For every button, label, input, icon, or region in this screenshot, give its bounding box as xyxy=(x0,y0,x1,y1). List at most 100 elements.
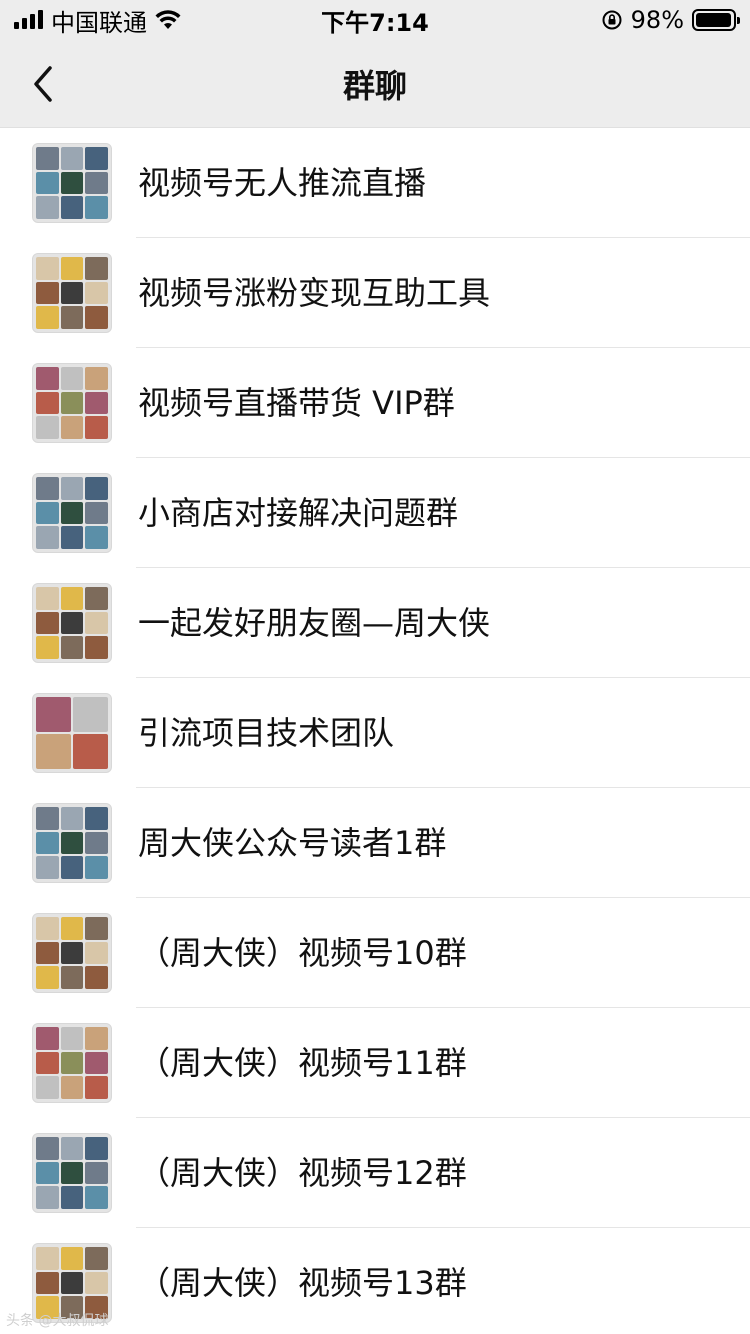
member-avatar-tile xyxy=(36,306,59,329)
member-avatar-tile xyxy=(36,1076,59,1099)
member-avatar-tile xyxy=(60,1247,84,1270)
group-name: （周大侠）视频号10群 xyxy=(138,934,467,972)
group-row[interactable]: 视频号无人推流直播 xyxy=(0,128,750,238)
member-avatar-tile xyxy=(60,306,84,329)
member-avatar-tile xyxy=(60,171,84,195)
member-avatar-tile xyxy=(85,1271,108,1295)
member-avatar-tile xyxy=(60,917,84,940)
member-avatar-tile xyxy=(60,257,84,280)
group-name: 引流项目技术团队 xyxy=(138,714,395,752)
member-avatar-tile xyxy=(60,1161,84,1185)
group-name: 视频号直播带货 VIP群 xyxy=(138,384,455,422)
member-avatar-tile xyxy=(85,611,108,635)
member-avatar-tile xyxy=(85,171,108,195)
member-avatar-tile xyxy=(36,1051,59,1075)
member-avatar-tile xyxy=(60,196,84,219)
group-avatar xyxy=(32,253,112,333)
member-avatar-tile xyxy=(36,391,59,415)
member-avatar-tile xyxy=(60,526,84,549)
member-avatar-tile xyxy=(85,1076,108,1099)
member-avatar-tile xyxy=(60,1137,84,1160)
member-avatar-tile xyxy=(60,941,84,965)
group-name: 视频号无人推流直播 xyxy=(138,164,427,202)
group-row[interactable]: 周大侠公众号读者1群 xyxy=(0,788,750,898)
member-avatar-tile xyxy=(73,697,108,732)
member-avatar-tile xyxy=(36,1186,59,1209)
group-name: （周大侠）视频号12群 xyxy=(138,1154,467,1192)
member-avatar-tile xyxy=(85,1027,108,1050)
group-row[interactable]: 视频号直播带货 VIP群 xyxy=(0,348,750,458)
member-avatar-tile xyxy=(85,147,108,170)
member-avatar-tile xyxy=(36,856,59,879)
group-name: 小商店对接解决问题群 xyxy=(138,494,459,532)
member-avatar-tile xyxy=(85,917,108,940)
group-row[interactable]: （周大侠）视频号11群 xyxy=(0,1008,750,1118)
group-row[interactable]: 小商店对接解决问题群 xyxy=(0,458,750,568)
member-avatar-tile xyxy=(60,477,84,500)
member-avatar-tile xyxy=(36,966,59,989)
member-avatar-tile xyxy=(85,501,108,525)
group-avatar xyxy=(32,143,112,223)
member-avatar-tile xyxy=(85,526,108,549)
member-avatar-tile xyxy=(36,587,59,610)
group-avatar xyxy=(32,583,112,663)
member-avatar-tile xyxy=(60,147,84,170)
battery-fill xyxy=(696,13,732,27)
member-avatar-tile xyxy=(60,416,84,439)
group-avatar xyxy=(32,1133,112,1213)
member-avatar-tile xyxy=(85,391,108,415)
status-right: 98% xyxy=(601,6,740,34)
group-row[interactable]: 一起发好朋友圈—周大侠 xyxy=(0,568,750,678)
group-row[interactable]: 引流项目技术团队 xyxy=(0,678,750,788)
group-name: 一起发好朋友圈—周大侠 xyxy=(138,604,491,642)
group-name: 周大侠公众号读者1群 xyxy=(138,824,447,862)
member-avatar-tile xyxy=(60,1076,84,1099)
group-avatar xyxy=(32,693,112,773)
member-avatar-tile xyxy=(85,636,108,659)
chevron-left-icon[interactable] xyxy=(28,62,68,106)
signal-icon xyxy=(14,10,43,29)
member-avatar-tile xyxy=(85,807,108,830)
member-avatar-tile xyxy=(85,831,108,855)
member-avatar-tile xyxy=(36,1027,59,1050)
member-avatar-tile xyxy=(85,196,108,219)
group-avatar xyxy=(32,1023,112,1103)
member-avatar-tile xyxy=(36,697,71,732)
member-avatar-tile xyxy=(85,1186,108,1209)
member-avatar-tile xyxy=(36,917,59,940)
status-left: 中国联通 xyxy=(14,3,181,38)
member-avatar-tile xyxy=(60,391,84,415)
member-avatar-tile xyxy=(85,1247,108,1270)
member-avatar-tile xyxy=(60,611,84,635)
member-avatar-tile xyxy=(36,941,59,965)
member-avatar-tile xyxy=(60,1186,84,1209)
member-avatar-tile xyxy=(85,281,108,305)
member-avatar-tile xyxy=(60,831,84,855)
group-row[interactable]: 视频号涨粉变现互助工具 xyxy=(0,238,750,348)
group-list: 视频号无人推流直播视频号涨粉变现互助工具视频号直播带货 VIP群 小商店对接解决问… xyxy=(0,128,750,1334)
member-avatar-tile xyxy=(85,941,108,965)
member-avatar-tile xyxy=(36,831,59,855)
member-avatar-tile xyxy=(85,587,108,610)
member-avatar-tile xyxy=(36,1161,59,1185)
member-avatar-tile xyxy=(85,1137,108,1160)
member-avatar-tile xyxy=(60,281,84,305)
group-row[interactable]: （周大侠）视频号12群 xyxy=(0,1118,750,1228)
member-avatar-tile xyxy=(36,734,71,769)
member-avatar-tile xyxy=(85,367,108,390)
member-avatar-tile xyxy=(60,636,84,659)
group-avatar xyxy=(32,803,112,883)
member-avatar-tile xyxy=(36,1247,59,1270)
nav-bar: 群聊 xyxy=(0,40,750,128)
member-avatar-tile xyxy=(36,196,59,219)
group-row[interactable]: （周大侠）视频号10群 xyxy=(0,898,750,1008)
member-avatar-tile xyxy=(60,856,84,879)
member-avatar-tile xyxy=(36,257,59,280)
group-row[interactable]: （周大侠）视频号13群 xyxy=(0,1228,750,1334)
group-name: （周大侠）视频号13群 xyxy=(138,1264,467,1302)
status-bar: 中国联通 下午7:14 98% xyxy=(0,0,750,40)
group-name: （周大侠）视频号11群 xyxy=(138,1044,467,1082)
watermark: 头条 @大叔侃球 xyxy=(6,1313,109,1329)
member-avatar-tile xyxy=(36,367,59,390)
member-avatar-tile xyxy=(36,1271,59,1295)
